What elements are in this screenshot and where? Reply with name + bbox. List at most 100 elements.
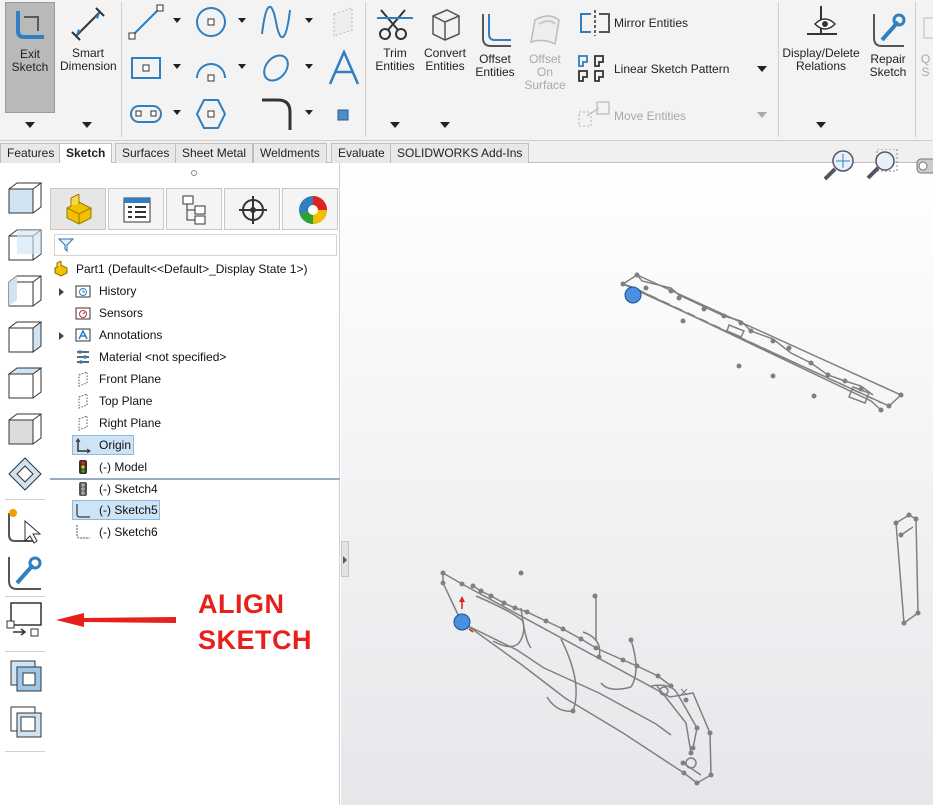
tab-feature-tree[interactable]: [50, 188, 106, 230]
quick-snaps-button[interactable]: Q S: [918, 10, 933, 79]
align-sketch-icon[interactable]: [5, 599, 45, 639]
tab-weldments[interactable]: Weldments: [253, 143, 327, 163]
convert-entities-button[interactable]: Convert Entities: [420, 4, 470, 73]
right-plane-label: Right Plane: [99, 416, 162, 430]
slot-icon[interactable]: [128, 96, 164, 132]
spline-dropdown-arrow[interactable]: [305, 18, 313, 23]
sketch5-label: (-) Sketch5: [99, 503, 158, 517]
tab-sketch[interactable]: Sketch: [59, 143, 113, 164]
featuremanager-tabs: [50, 188, 340, 230]
tree-item-annotations[interactable]: Annotations: [50, 325, 340, 345]
spline-icon[interactable]: [258, 4, 294, 40]
repair-sketch-button[interactable]: Repair Sketch: [863, 10, 913, 79]
traffic-light-icon: [79, 482, 87, 496]
slot-dropdown-arrow[interactable]: [173, 110, 181, 115]
move-entities-label: Move Entities: [614, 109, 687, 123]
ribbon-separator: [121, 2, 122, 137]
smart-dimension-button[interactable]: Smart Dimension: [60, 4, 117, 73]
line-dropdown-arrow[interactable]: [173, 18, 181, 23]
tab-display-manager[interactable]: [282, 188, 338, 230]
modify-sketch-icon[interactable]: [5, 655, 45, 695]
copy-sketch-icon[interactable]: [5, 701, 45, 741]
sketch-origin-marker[interactable]: [624, 286, 642, 304]
tab-evaluate[interactable]: Evaluate: [331, 143, 392, 163]
tree-item-sketch6[interactable]: (-) Sketch6: [50, 522, 340, 542]
trim-entities-button[interactable]: Trim Entities: [370, 4, 420, 73]
arc-icon[interactable]: [193, 50, 229, 86]
plane-icon: [78, 393, 88, 409]
back-view-icon[interactable]: [5, 226, 45, 266]
line-icon[interactable]: [128, 4, 164, 40]
text-icon[interactable]: [326, 50, 362, 86]
tab-features[interactable]: Features: [0, 143, 62, 163]
relations-dropdown-arrow[interactable]: [816, 122, 826, 128]
expand-arrow-icon[interactable]: [59, 288, 64, 296]
toolbar-divider: [5, 651, 45, 652]
tab-configuration-manager[interactable]: [166, 188, 222, 230]
exit-sketch-dropdown-arrow[interactable]: [25, 122, 35, 128]
sketch4-label: (-) Sketch4: [99, 482, 158, 496]
rectangle-dropdown-arrow[interactable]: [173, 64, 181, 69]
tree-item-sketch5[interactable]: (-) Sketch5: [72, 500, 160, 520]
tree-item-origin[interactable]: Origin: [72, 435, 134, 455]
sketch-origin-marker[interactable]: [453, 613, 471, 631]
annotation-line-2: SKETCH: [198, 625, 313, 655]
red-arrow-annotation: [56, 613, 176, 627]
tree-root-part[interactable]: Part1 (Default<<Default>_Display State 1…: [50, 259, 340, 279]
sketch-geometry[interactable]: [341, 163, 933, 805]
circle-icon[interactable]: [193, 4, 229, 40]
polygon-icon[interactable]: [193, 96, 229, 132]
repair-sketch-side-icon[interactable]: [5, 553, 45, 593]
tree-item-sketch4[interactable]: (-) Sketch4: [50, 479, 340, 499]
convert-dropdown-arrow[interactable]: [440, 122, 450, 128]
tab-dimxpert-manager[interactable]: [224, 188, 280, 230]
move-entities-icon: [578, 101, 610, 127]
normal-to-view-icon[interactable]: [5, 454, 45, 494]
graphics-area[interactable]: [341, 149, 933, 805]
panel-collapse-handle[interactable]: [341, 541, 349, 577]
linear-pattern-dropdown-arrow[interactable]: [757, 66, 767, 72]
smart-dimension-label-2: Dimension: [60, 59, 117, 73]
tab-surfaces[interactable]: Surfaces: [115, 143, 177, 163]
arc-dropdown-arrow[interactable]: [238, 64, 246, 69]
tree-item-model[interactable]: (-) Model: [50, 457, 340, 477]
tree-item-right-plane[interactable]: Right Plane: [50, 413, 340, 433]
exit-sketch-button[interactable]: Exit Sketch: [5, 2, 55, 113]
tree-filter-box[interactable]: [54, 234, 337, 256]
tree-item-top-plane[interactable]: Top Plane: [50, 391, 340, 411]
panel-splitter-dot[interactable]: [190, 169, 198, 177]
quick-snaps-label-2: S: [921, 65, 930, 79]
tree-item-front-plane[interactable]: Front Plane: [50, 369, 340, 389]
left-view-icon[interactable]: [5, 272, 45, 312]
quick-snaps-icon: [923, 17, 933, 39]
tab-solidworks-add-ins[interactable]: SOLIDWORKS Add-Ins: [390, 143, 530, 163]
display-delete-relations-button[interactable]: Display/Delete Relations: [782, 4, 860, 73]
tab-sheet-metal[interactable]: Sheet Metal: [175, 143, 254, 163]
sketch-select-icon[interactable]: [5, 505, 45, 545]
circle-dropdown-arrow[interactable]: [238, 18, 246, 23]
sketch-fillet-icon[interactable]: [258, 96, 294, 132]
top-view-icon[interactable]: [5, 364, 45, 404]
expand-arrow-icon[interactable]: [59, 332, 64, 340]
fillet-dropdown-arrow[interactable]: [305, 110, 313, 115]
display-delete-relations-label-2: Relations: [795, 59, 847, 73]
bottom-view-icon[interactable]: [5, 410, 45, 450]
offset-entities-button[interactable]: Offset Entities: [470, 10, 520, 79]
property-manager-icon: [123, 197, 151, 223]
right-view-icon[interactable]: [5, 318, 45, 358]
point-icon[interactable]: [336, 108, 350, 122]
move-entities-dropdown-arrow[interactable]: [757, 112, 767, 118]
trim-dropdown-arrow[interactable]: [390, 122, 400, 128]
smart-dimension-dropdown-arrow[interactable]: [82, 122, 92, 128]
tree-item-history[interactable]: History: [50, 281, 340, 301]
rectangle-icon[interactable]: [128, 50, 164, 86]
ellipse-icon[interactable]: [258, 50, 294, 86]
tab-property-manager[interactable]: [108, 188, 164, 230]
front-view-icon[interactable]: [5, 179, 45, 219]
tree-item-material[interactable]: Material <not specified>: [50, 347, 340, 367]
ellipse-dropdown-arrow[interactable]: [305, 64, 313, 69]
toolbar-divider: [5, 499, 45, 500]
sketch-icon: [76, 504, 90, 518]
offset-on-surface-button[interactable]: Offset On Surface: [520, 10, 570, 92]
tree-item-sensors[interactable]: Sensors: [50, 303, 340, 323]
